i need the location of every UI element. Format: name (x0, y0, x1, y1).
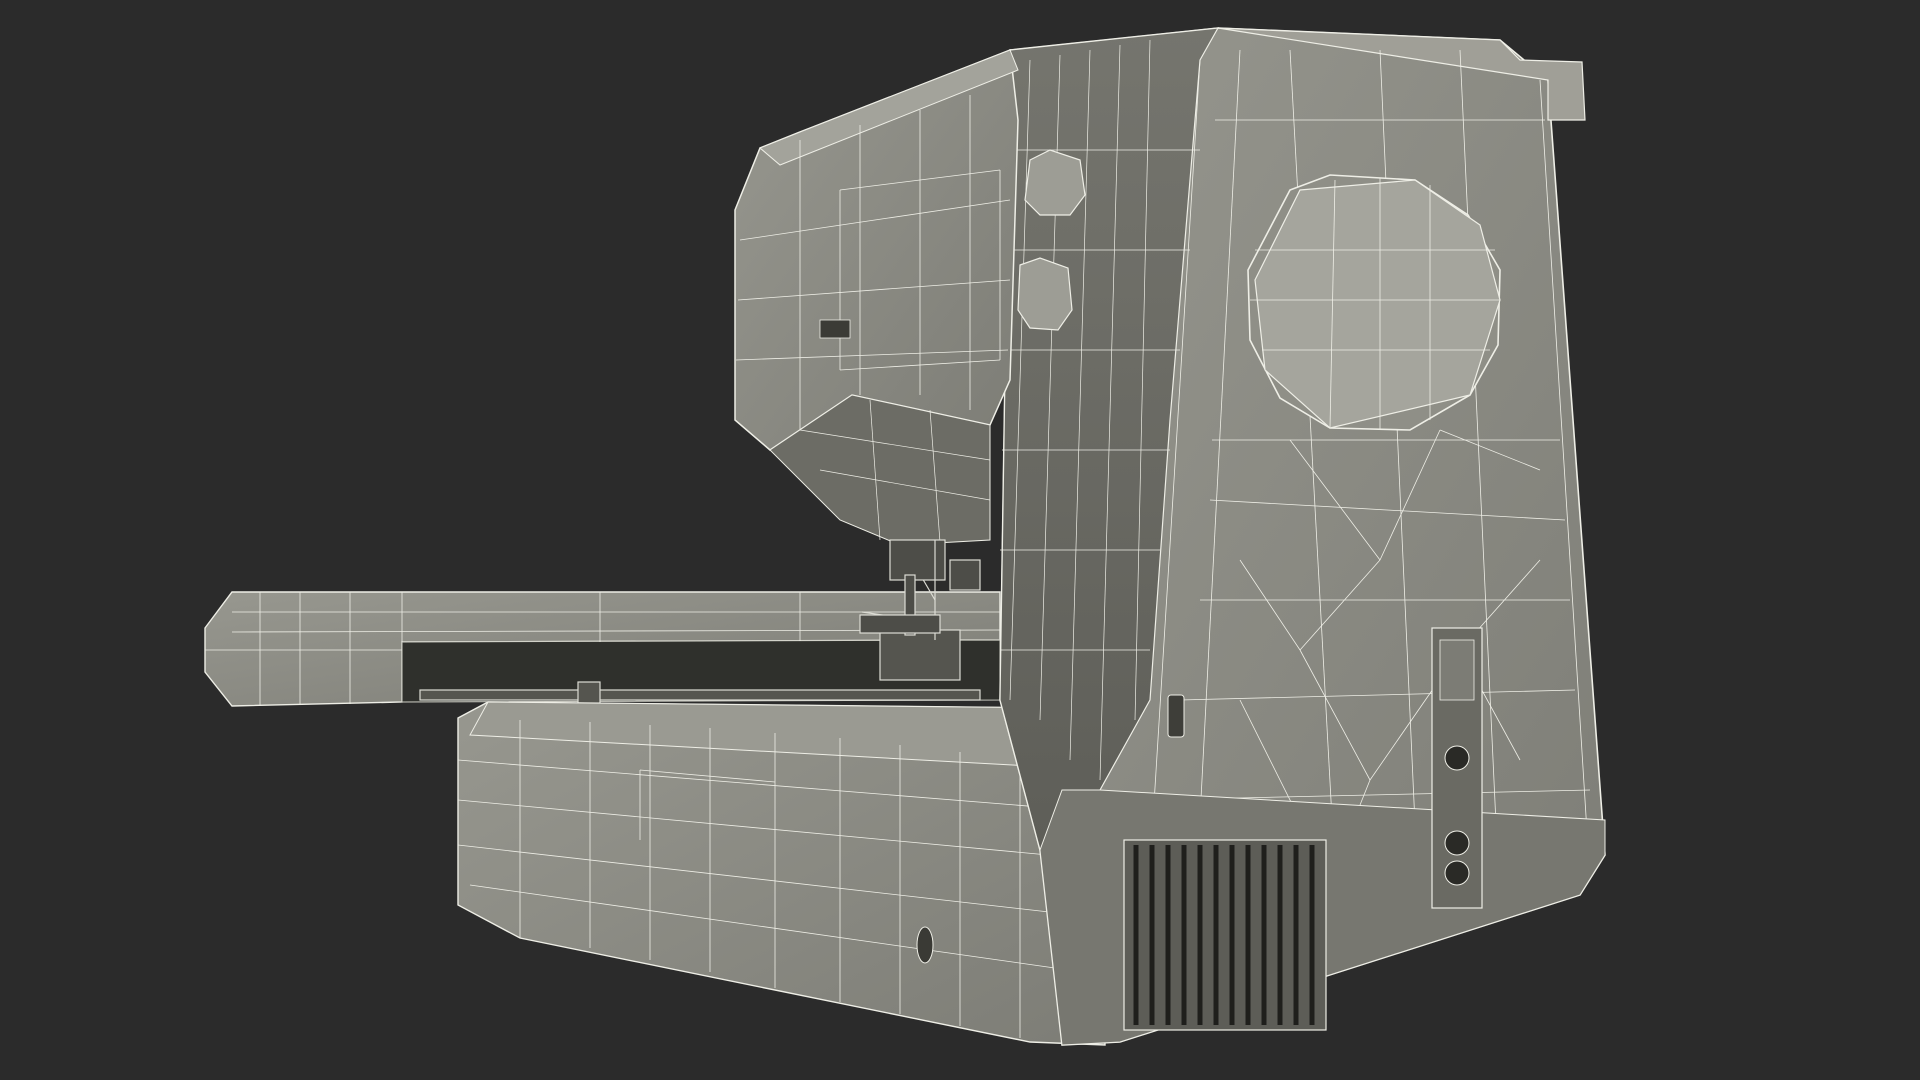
wireframe-viewport (0, 0, 1920, 1080)
handwheel-icon (1247, 174, 1501, 431)
vent-grille-icon (1123, 839, 1327, 1031)
machine-base (457, 701, 1106, 1046)
usb-port-icon (1167, 694, 1185, 738)
port-panel (1431, 627, 1483, 909)
sewing-machine-render (204, 27, 1606, 1046)
